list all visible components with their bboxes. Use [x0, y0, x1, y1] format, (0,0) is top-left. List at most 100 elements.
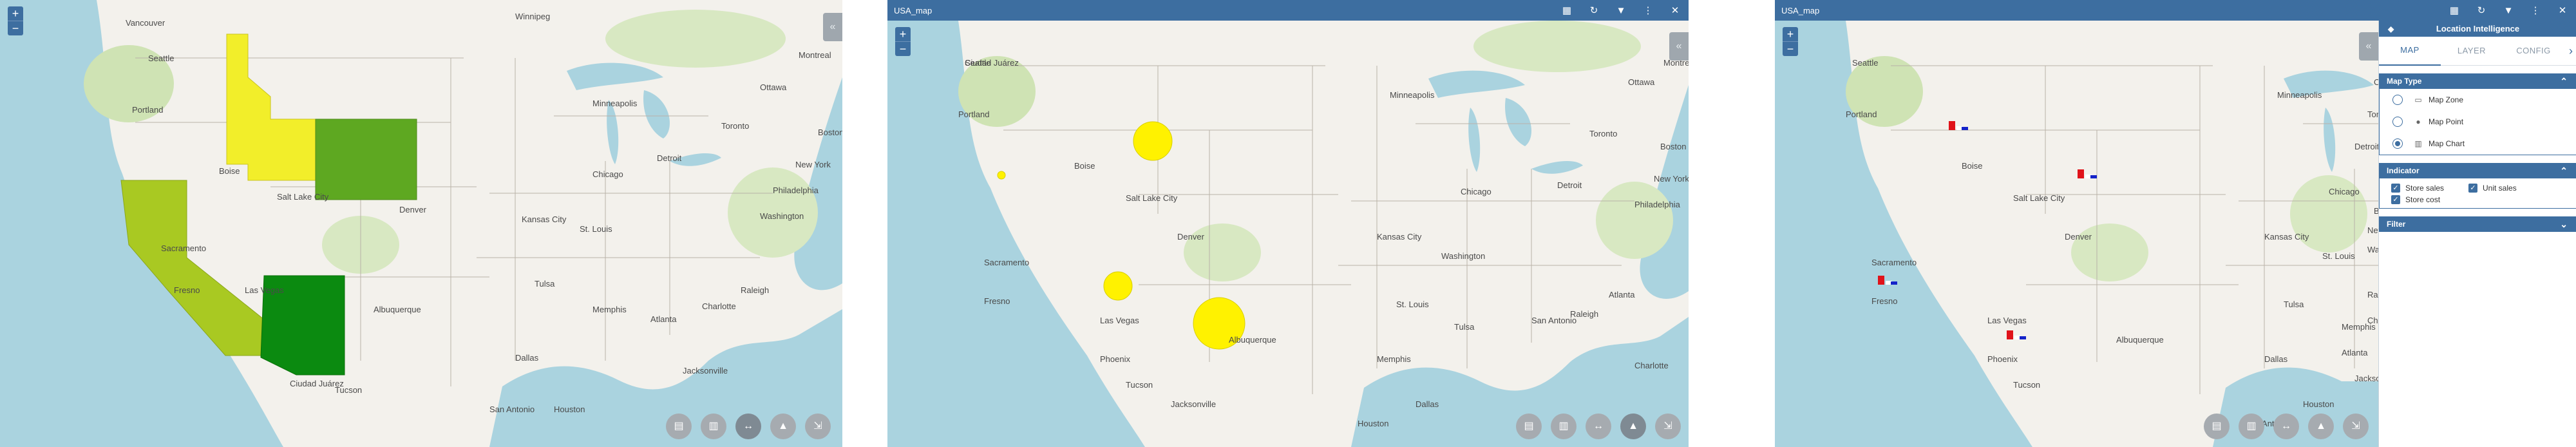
zone-wyoming[interactable] — [315, 119, 417, 200]
city-label: Atlanta — [1609, 290, 1635, 300]
city-label: New York — [795, 160, 831, 169]
store-cost-bar[interactable] — [2090, 175, 2097, 178]
radio-map-zone[interactable]: ▭ Map Zone — [2380, 89, 2576, 111]
lake-superior — [567, 62, 663, 90]
check-icon[interactable]: ✓ — [2391, 195, 2400, 204]
city-label: Dallas — [2264, 354, 2288, 364]
tab-layer[interactable]: LAYER — [2441, 37, 2503, 65]
check-icon[interactable]: ✓ — [2468, 184, 2477, 193]
zoom-out-button[interactable]: − — [895, 41, 911, 56]
legend-tool-button[interactable]: ▤ — [2204, 414, 2230, 439]
store-sales-bar[interactable] — [1878, 276, 1884, 285]
legend-tool-button[interactable]: ▤ — [1516, 414, 1542, 439]
zoom-in-button[interactable]: + — [1783, 27, 1798, 41]
state-borders — [1003, 65, 1634, 394]
export-tool-button[interactable]: ⇲ — [805, 414, 831, 439]
zoom-control[interactable]: + − — [1783, 27, 1798, 56]
city-label: Raleigh — [2367, 290, 2378, 300]
radio-map-point[interactable]: ● Map Point — [2380, 111, 2576, 133]
city-label: Chicago — [592, 169, 623, 179]
store-sales-bar[interactable] — [1949, 121, 1955, 130]
city-label: Minneapolis — [592, 99, 638, 108]
city-label: Washington — [2367, 245, 2378, 254]
collapse-panel-button[interactable]: « — [823, 13, 842, 41]
cross-nav-button[interactable]: ▲ — [1620, 414, 1646, 439]
filter-icon[interactable]: ▼ — [1607, 5, 1634, 16]
data-bubble[interactable] — [997, 171, 1006, 180]
radio-button[interactable] — [2392, 117, 2403, 127]
collapse-panel-button[interactable]: « — [2359, 32, 2378, 61]
city-label: Houston — [2303, 399, 2334, 409]
layers-tool-button[interactable]: ▥ — [1551, 414, 1577, 439]
map-type-header[interactable]: Map Type ⌃ — [2379, 73, 2576, 89]
city-label: Montreal — [799, 50, 831, 60]
panel-menu-icon[interactable]: ◆ — [2388, 24, 2394, 33]
radio-map-chart[interactable]: ▥ Map Chart — [2380, 133, 2576, 155]
radio-button[interactable] — [2392, 138, 2403, 149]
close-icon[interactable]: ✕ — [1662, 5, 1689, 16]
chevron-up-icon: ⌃ — [2560, 165, 2568, 176]
check-icon[interactable]: ✓ — [2391, 184, 2400, 193]
refresh-icon[interactable]: ↻ — [1580, 5, 1607, 16]
more-icon[interactable]: ⋮ — [2522, 5, 2549, 16]
zoom-in-button[interactable]: + — [895, 27, 911, 41]
more-icon[interactable]: ⋮ — [1634, 5, 1662, 16]
measure-tool-button[interactable]: ↔ — [735, 414, 761, 439]
export-tool-button[interactable]: ⇲ — [2343, 414, 2369, 439]
cross-nav-button[interactable]: ▲ — [770, 414, 796, 439]
basemap[interactable]: SeattlePortlandBoiseSalt Lake CityDenver… — [1775, 21, 2378, 447]
city-label: Phoenix — [1987, 354, 2018, 364]
checkbox-unit-sales[interactable]: ✓ Unit sales — [2468, 184, 2546, 193]
layers-tool-button[interactable]: ▥ — [2239, 414, 2264, 439]
zoom-out-button[interactable]: − — [1783, 41, 1798, 56]
store-cost-bar[interactable] — [1891, 281, 1897, 285]
city-label: Philadelphia — [1634, 200, 1681, 209]
city-label: Kansas City — [522, 214, 567, 224]
chevron-down-icon: ⌄ — [2560, 218, 2568, 229]
export-tool-button[interactable]: ⇲ — [1655, 414, 1681, 439]
city-label: Philadelphia — [773, 185, 819, 195]
measure-tool-button[interactable]: ↔ — [2273, 414, 2299, 439]
zoom-control[interactable]: + − — [8, 6, 23, 35]
city-label: Portland — [958, 109, 989, 119]
zone-idaho[interactable] — [226, 33, 316, 181]
tab-map[interactable]: MAP — [2379, 36, 2441, 66]
store-cost-bar[interactable] — [2020, 336, 2026, 339]
map-panel-point[interactable]: Seattle Portland Boise Salt Lake City Denver… — [887, 0, 1689, 447]
city-label: Tucson — [1126, 380, 1153, 390]
checkbox-store-sales[interactable]: ✓ Store sales — [2391, 184, 2468, 193]
window-title: USA_map — [1781, 5, 1820, 15]
store-sales-bar[interactable] — [2007, 330, 2013, 339]
zoom-in-button[interactable]: + — [8, 6, 23, 21]
city-label: Seattle — [148, 53, 174, 63]
city-label: Charlotte — [702, 301, 736, 311]
table-icon[interactable]: ▦ — [1553, 5, 1580, 16]
data-bubble[interactable] — [1103, 271, 1133, 301]
cross-nav-button[interactable]: ▲ — [2308, 414, 2334, 439]
chevron-right-icon[interactable]: › — [2569, 37, 2573, 65]
checkbox-store-cost[interactable]: ✓ Store cost — [2391, 195, 2468, 204]
table-icon[interactable]: ▦ — [2441, 5, 2468, 16]
measure-tool-button[interactable]: ↔ — [1586, 414, 1611, 439]
radio-button[interactable] — [2392, 95, 2403, 105]
store-sales-bar[interactable] — [2078, 169, 2084, 178]
city-label: Tulsa — [2284, 300, 2304, 309]
data-bubble[interactable] — [1133, 121, 1173, 161]
city-label: Memphis — [1377, 354, 1411, 364]
basemap[interactable]: Winnipeg Seattle Vancouver Portland Boise Sal… — [0, 0, 842, 447]
indicator-header[interactable]: Indicator ⌃ — [2379, 163, 2576, 178]
collapse-panel-button[interactable]: « — [1669, 32, 1689, 61]
filter-header[interactable]: Filter ⌄ — [2379, 216, 2576, 232]
city-label: Seattle — [1852, 58, 1878, 68]
filter-icon[interactable]: ▼ — [2495, 5, 2522, 16]
zoom-control[interactable]: + − — [895, 27, 911, 56]
map-panel-zone[interactable]: Winnipeg Seattle Vancouver Portland Boise Sal… — [0, 0, 842, 447]
layers-tool-button[interactable]: ▥ — [701, 414, 726, 439]
basemap[interactable]: SeattlePortlandBoiseSalt Lake CityDenver… — [887, 21, 1689, 447]
refresh-icon[interactable]: ↻ — [2468, 5, 2495, 16]
zoom-out-button[interactable]: − — [8, 21, 23, 35]
store-cost-bar[interactable] — [1962, 127, 1968, 130]
close-icon[interactable]: ✕ — [2549, 5, 2576, 16]
tab-config[interactable]: CONFIG — [2503, 37, 2564, 65]
legend-tool-button[interactable]: ▤ — [666, 414, 692, 439]
